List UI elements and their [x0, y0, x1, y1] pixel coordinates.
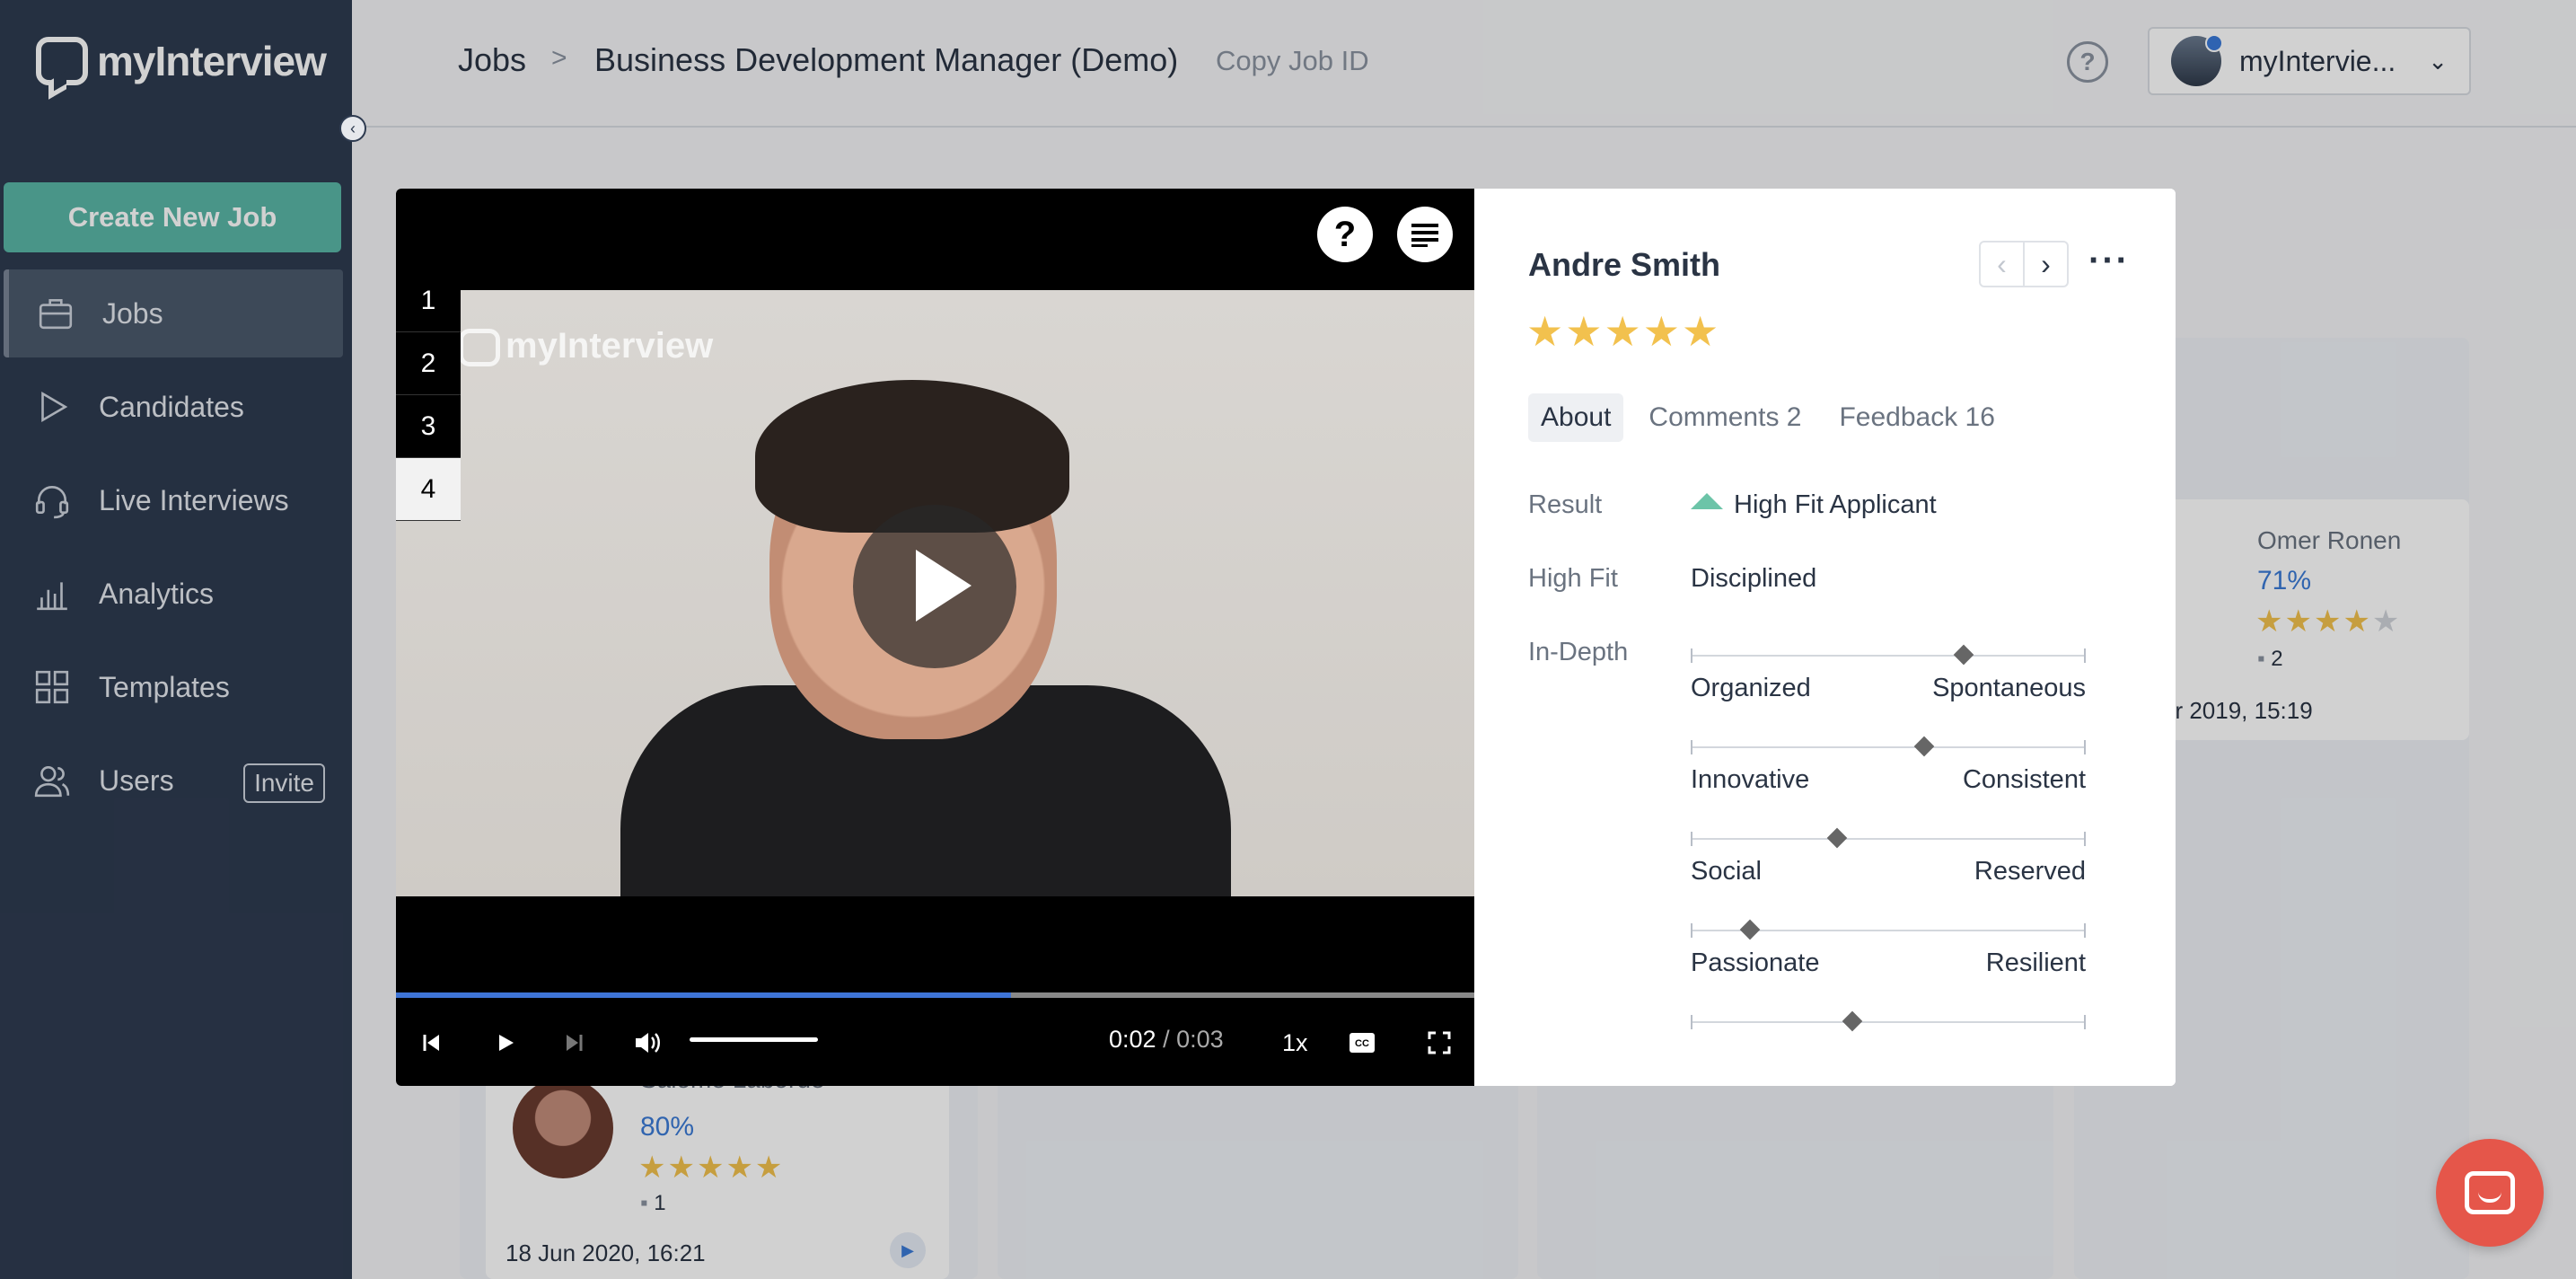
candidate-panel: Andre Smith ‹ › ··· ★★★★★ About Comments…	[1474, 189, 2176, 1086]
trait-slider	[1691, 827, 2086, 849]
closed-captions-icon[interactable]: CC	[1349, 1020, 1376, 1065]
chat-launcher-button[interactable]	[2436, 1139, 2544, 1247]
question-3[interactable]: 3	[396, 395, 461, 458]
result-label: Result	[1528, 490, 1603, 519]
play-overlay-button[interactable]	[853, 505, 1016, 668]
previous-candidate-button[interactable]: ‹	[1981, 243, 2025, 286]
candidate-pager: ‹ ›	[1979, 241, 2069, 287]
video-progress-bar[interactable]	[396, 992, 1474, 998]
volume-icon[interactable]	[633, 1020, 662, 1065]
question-list: 1 2 3 4	[396, 269, 461, 521]
playback-speed-button[interactable]: 1x	[1282, 1020, 1308, 1065]
high-fit-value: Disciplined	[1691, 564, 1817, 593]
fullscreen-icon[interactable]	[1428, 1020, 1451, 1065]
video-watermark: myInterview	[459, 326, 713, 367]
trait-slider	[1691, 644, 2086, 666]
high-fit-label: High Fit	[1528, 564, 1618, 593]
transcript-icon[interactable]	[1397, 207, 1453, 262]
trait-marker	[1842, 1010, 1863, 1032]
play-icon[interactable]	[495, 1020, 516, 1065]
in-depth-label: In-Depth	[1528, 638, 1629, 666]
next-candidate-button[interactable]: ›	[2025, 243, 2067, 286]
svg-text:CC: CC	[1355, 1038, 1369, 1049]
volume-slider[interactable]	[690, 1037, 818, 1042]
trait-slider	[1691, 1010, 2086, 1032]
trait-slider	[1691, 919, 2086, 940]
candidate-name: Andre Smith	[1528, 246, 1721, 283]
video-progress-fill	[396, 992, 1011, 998]
trait-right-label: Spontaneous	[1932, 674, 2086, 702]
tab-feedback[interactable]: Feedback 16	[1826, 393, 2007, 442]
candidate-modal: myInterview 1 2 3 4 ? 0:02 / 0:03 1x CC …	[396, 189, 2176, 1086]
tab-comments[interactable]: Comments 2	[1636, 393, 1814, 442]
tab-about[interactable]: About	[1528, 393, 1624, 442]
question-1[interactable]: 1	[396, 269, 461, 332]
trait-left-label: Organized	[1691, 674, 1811, 702]
trait-right-label: Consistent	[1962, 765, 2086, 794]
result-value: High Fit Applicant	[1691, 490, 1937, 520]
trait-right-label: Resilient	[1985, 948, 2086, 977]
previous-icon[interactable]	[421, 1020, 443, 1065]
more-options-icon[interactable]: ···	[2088, 241, 2130, 281]
trait-slider	[1691, 736, 2086, 757]
collapse-sidebar-button[interactable]: ‹	[339, 115, 366, 142]
question-4[interactable]: 4	[396, 458, 461, 521]
chat-icon	[2465, 1171, 2515, 1214]
question-2[interactable]: 2	[396, 332, 461, 395]
trait-marker	[1953, 644, 1974, 666]
video-player[interactable]: myInterview 1 2 3 4 ? 0:02 / 0:03 1x CC	[396, 189, 1474, 1086]
trait-left-label: Passionate	[1691, 948, 1820, 977]
trait-left-label: Innovative	[1691, 765, 1810, 794]
question-help-icon[interactable]: ?	[1317, 207, 1373, 262]
time-display: 0:02 / 0:03	[1109, 1026, 1224, 1053]
trait-marker	[1913, 736, 1934, 757]
next-icon[interactable]	[563, 1020, 585, 1065]
candidate-tabs: About Comments 2 Feedback 16	[1528, 393, 2008, 442]
trait-right-label: Reserved	[1974, 857, 2086, 886]
trait-marker	[1739, 919, 1761, 940]
trait-left-label: Social	[1691, 857, 1762, 886]
trait-marker	[1826, 827, 1848, 849]
candidate-rating[interactable]: ★★★★★	[1526, 307, 1720, 356]
arrow-up-icon	[1691, 493, 1723, 509]
